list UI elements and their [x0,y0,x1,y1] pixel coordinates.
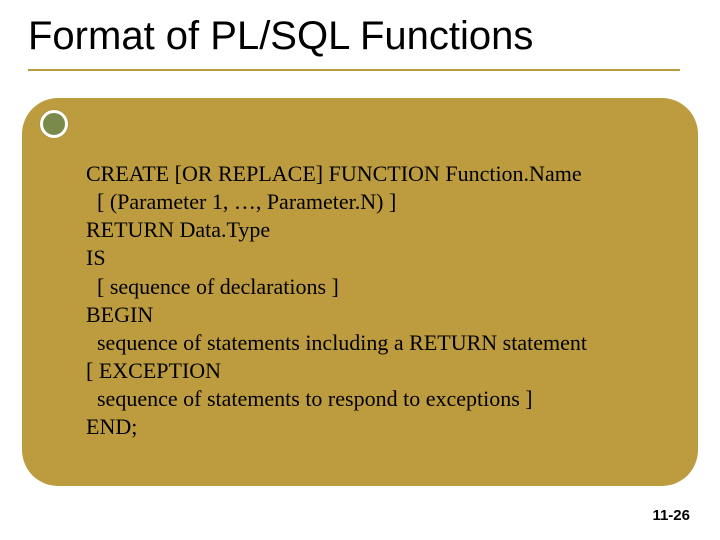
code-line: BEGIN [86,301,656,329]
title-underline [28,69,680,71]
code-line: sequence of statements to respond to exc… [86,385,656,413]
code-line: IS [86,244,656,272]
code-line: [ sequence of declarations ] [86,273,656,301]
code-line: RETURN Data.Type [86,216,656,244]
code-line: [ (Parameter 1, …, Parameter.N) ] [86,188,656,216]
code-line: END; [86,413,656,441]
page-number: 11-26 [652,507,690,524]
bullet-decoration [40,110,68,138]
title-region: Format of PL/SQL Functions [28,14,680,71]
content-panel: CREATE [OR REPLACE] FUNCTION Function.Na… [22,98,698,486]
code-line: [ EXCEPTION [86,357,656,385]
code-line: sequence of statements including a RETUR… [86,329,656,357]
code-block: CREATE [OR REPLACE] FUNCTION Function.Na… [86,160,656,442]
code-line: CREATE [OR REPLACE] FUNCTION Function.Na… [86,160,656,188]
slide-title: Format of PL/SQL Functions [28,14,680,67]
slide: Format of PL/SQL Functions CREATE [OR RE… [0,0,720,540]
